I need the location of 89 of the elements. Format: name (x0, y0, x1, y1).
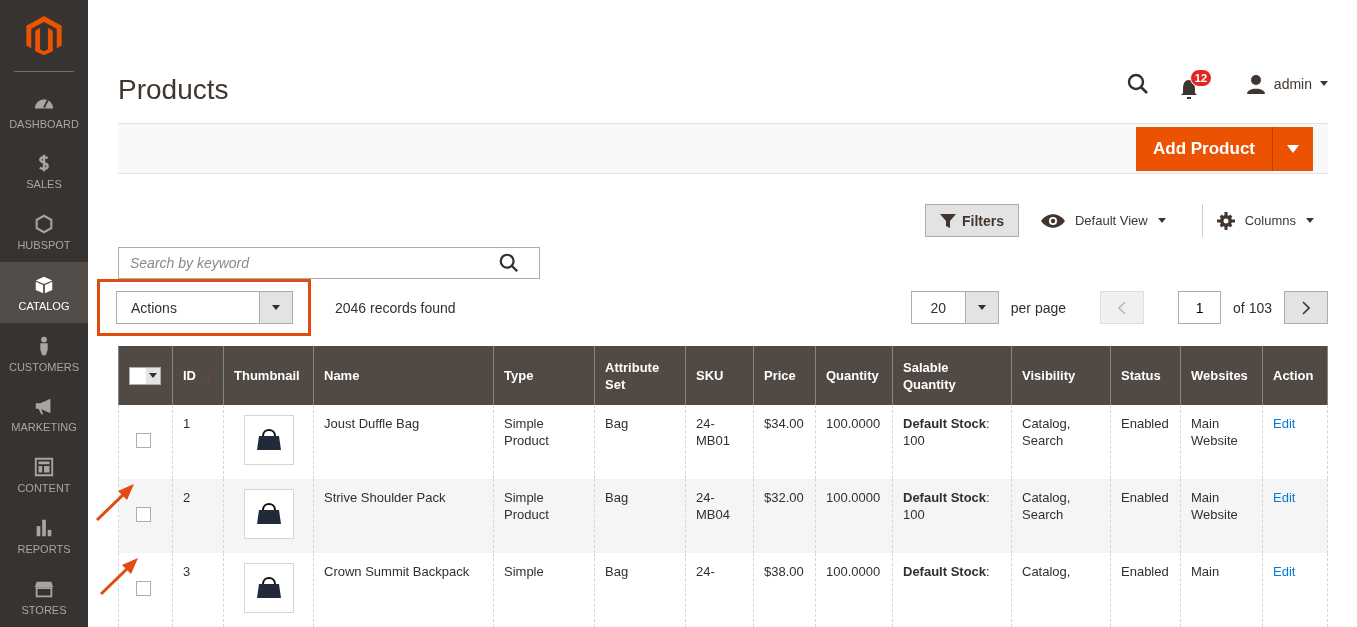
edit-link[interactable]: Edit (1273, 490, 1296, 505)
table-cell: 100.0000 (815, 479, 893, 553)
actions-dropdown[interactable]: Actions (116, 291, 293, 324)
table-cell: Catalog, (1011, 553, 1111, 627)
search-icon[interactable] (1125, 71, 1150, 96)
page-size-dropdown[interactable]: 20 (910, 291, 999, 324)
table-cell: 24-MB04 (685, 479, 754, 553)
column-header[interactable]: Status (1110, 346, 1181, 405)
column-header[interactable]: Type (493, 346, 595, 405)
column-header[interactable]: Name (313, 346, 494, 405)
next-page-button[interactable] (1284, 291, 1328, 324)
table-cell: Default Stock: (892, 553, 1012, 627)
layout-icon (33, 456, 55, 479)
edit-link[interactable]: Edit (1273, 416, 1296, 431)
select-all-checkbox[interactable] (129, 366, 161, 385)
column-header[interactable]: Thumbnail (223, 346, 314, 405)
sidebar-item[interactable]: CUSTOMERS (0, 323, 88, 384)
caret-icon (272, 305, 280, 310)
caret-icon (1287, 144, 1299, 153)
caret-icon (1157, 218, 1166, 223)
table-cell: Default Stock: 100 (892, 479, 1012, 553)
page-number-field[interactable]: 1 (1178, 291, 1222, 324)
gear-icon (1216, 211, 1235, 230)
page-count: of 103 (1233, 299, 1272, 316)
records-count: 2046 records found (335, 299, 456, 316)
caret-icon (149, 373, 157, 378)
user-icon (1245, 73, 1266, 94)
sidebar-item[interactable]: SALES (0, 140, 88, 202)
row-checkbox[interactable] (136, 507, 151, 522)
column-header[interactable]: Websites (1180, 346, 1263, 405)
sidebar-item[interactable]: DASHBOARD (0, 80, 88, 141)
page-title: Products (118, 73, 230, 106)
column-header[interactable]: ID ↓ (172, 346, 224, 405)
column-header[interactable]: Visibility (1011, 346, 1111, 405)
search-icon[interactable] (498, 252, 520, 274)
column-header[interactable]: Attribute Set (594, 346, 686, 405)
column-header[interactable]: Quantity (815, 346, 893, 405)
product-thumbnail (244, 563, 294, 613)
row-checkbox[interactable] (136, 581, 151, 596)
sidebar-item[interactable]: CONTENT (0, 444, 88, 506)
table-cell: Enabled (1110, 553, 1181, 627)
per-page-label: per page (1010, 299, 1067, 316)
search-field[interactable]: Search by keyword (118, 247, 540, 279)
sidebar-item[interactable]: REPORTS (0, 505, 88, 567)
view-dropdown[interactable]: Default View (1040, 213, 1180, 228)
product-thumbnail (244, 489, 294, 539)
table-cell: 3 (172, 553, 224, 627)
table-cell: Simple Product (493, 479, 595, 553)
logo-icon[interactable] (26, 16, 62, 56)
chevron-right-icon (1302, 300, 1310, 315)
table-cell: Main Website (1180, 479, 1263, 553)
user-menu[interactable]: admin (1245, 73, 1328, 94)
columns-dropdown[interactable]: Columns (1216, 211, 1328, 230)
table-cell: Main (1180, 553, 1263, 627)
table-cell: Bag (594, 553, 686, 627)
column-header[interactable]: Price (753, 346, 816, 405)
sidebar-item[interactable]: MARKETING (0, 383, 88, 445)
funnel-icon (939, 212, 956, 229)
table-cell: $32.00 (753, 479, 816, 553)
sort-indicator: ↓ (206, 370, 211, 382)
caret-icon (1306, 218, 1314, 223)
table-cell: Crown Summit Backpack (313, 553, 494, 627)
column-header[interactable]: Salable Quantity (892, 346, 1012, 405)
table-cell: Enabled (1110, 479, 1181, 553)
notification-count: 12 (1189, 68, 1213, 87)
table-cell: 24- (685, 553, 754, 627)
notifications-button[interactable]: 12 (1177, 66, 1218, 101)
eye-icon (1040, 213, 1065, 228)
table-cell: $38.00 (753, 553, 816, 627)
row-checkbox[interactable] (136, 433, 151, 448)
column-header[interactable]: SKU (685, 346, 754, 405)
hexagon-icon (33, 213, 55, 236)
sidebar-item[interactable]: STORES (0, 566, 88, 627)
add-product-button[interactable]: Add Product (1136, 126, 1313, 171)
column-header[interactable]: Action (1262, 346, 1328, 405)
filters-button[interactable]: Filters (924, 204, 1019, 237)
table-cell: Catalog, Search (1011, 479, 1111, 553)
chevron-left-icon (1118, 300, 1127, 315)
table-cell: Bag (594, 479, 686, 553)
edit-link[interactable]: Edit (1273, 564, 1296, 579)
table-cell: Strive Shoulder Pack (313, 479, 494, 553)
caret-icon (1320, 81, 1328, 87)
sidebar-item[interactable]: HUBSPOT (0, 201, 88, 263)
product-thumbnail (244, 415, 294, 465)
table-cell: Simple (493, 553, 595, 627)
table-cell: 2 (172, 479, 224, 553)
table-cell: 100.0000 (815, 553, 893, 627)
caret-icon (977, 305, 986, 310)
sidebar-item[interactable]: CATALOG (0, 262, 88, 324)
